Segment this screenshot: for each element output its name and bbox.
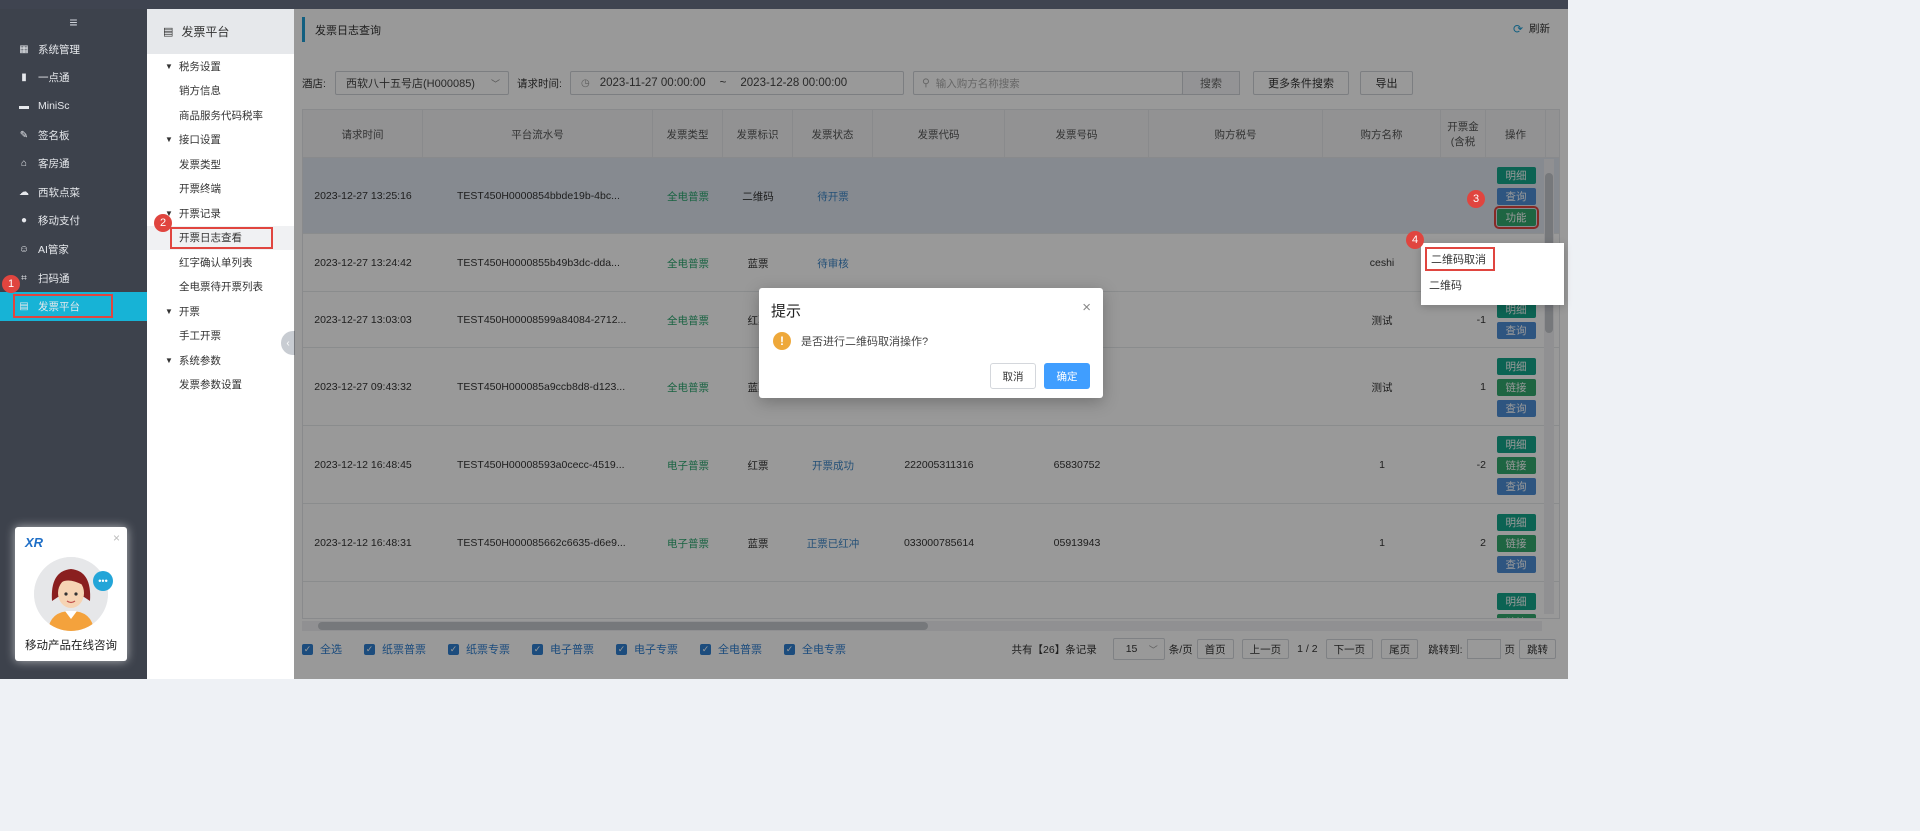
sidebar-item[interactable]: ▮ 一点通 <box>0 64 147 93</box>
subnav-header: ▤ 发票平台 <box>147 9 294 54</box>
dialog-title: 提示 <box>771 303 802 320</box>
chat-bubble-icon: ••• <box>93 571 113 591</box>
caret-down-icon: ▼ <box>165 135 173 145</box>
sidebar-item[interactable]: ⌂ 客房通 <box>0 149 147 178</box>
subnav-group-label: 开票 <box>178 305 200 318</box>
sidebar-icon: ☁ <box>19 186 29 198</box>
subnav-item[interactable]: 开票终端 <box>147 177 294 202</box>
sidebar-item-label: 系统管理 <box>38 43 80 56</box>
subnav-item[interactable]: 销方信息 <box>147 79 294 104</box>
sidebar-icon: ⌂ <box>20 158 28 170</box>
subnav-item[interactable]: 发票类型 <box>147 152 294 177</box>
close-icon[interactable]: × <box>113 531 120 545</box>
subnav-group-label: 开票记录 <box>178 207 221 220</box>
sidebar-icon: ● <box>20 215 28 227</box>
subnav-item[interactable]: 全电票待开票列表 <box>147 275 294 300</box>
sub-navigation: ▤ 发票平台 ▼ 税务设置销方信息商品服务代码税率 ▼ 接口设置发票类型开票终端 ▼ 开票… <box>147 9 294 679</box>
top-bar <box>0 0 1568 9</box>
sidebar-icon: ☺ <box>18 243 30 255</box>
subnav-group[interactable]: ▼ 税务设置 <box>147 54 294 79</box>
subnav-group[interactable]: ▼ 开票 <box>147 299 294 324</box>
subnav-group[interactable]: ▼ 接口设置 <box>147 128 294 153</box>
step-marker-1: 1 <box>2 275 20 293</box>
sidebar-item[interactable]: ⌗ 扫码通 <box>0 264 147 293</box>
subnav-group-label: 接口设置 <box>178 134 221 147</box>
menu-toggle-icon[interactable]: ≡ <box>0 9 147 35</box>
close-icon[interactable]: × <box>1082 299 1091 316</box>
sidebar-icon: ▦ <box>19 43 29 55</box>
avatar <box>34 557 108 631</box>
subnav-title: 发票平台 <box>181 25 230 39</box>
subnav-item-label: 全电票待开票列表 <box>179 281 263 294</box>
sidebar-item[interactable]: ▬ MiniSc <box>0 92 147 121</box>
subnav-item[interactable]: 发票参数设置 <box>147 373 294 398</box>
caret-down-icon: ▼ <box>165 61 173 71</box>
dialog-body: ! 是否进行二维码取消操作? <box>773 332 928 350</box>
sidebar-item[interactable]: ☺ AI管家 <box>0 235 147 264</box>
highlight-box <box>170 226 273 249</box>
caret-down-icon: ▼ <box>165 306 173 316</box>
consult-label: 移动产品在线咨询 <box>25 640 117 652</box>
dialog-message: 是否进行二维码取消操作? <box>801 336 929 348</box>
invoice-icon: ▤ <box>163 26 174 38</box>
subnav-item[interactable]: 商品服务代码税率 <box>147 103 294 128</box>
subnav-item[interactable]: 红字确认单列表 <box>147 250 294 275</box>
sidebar-icon: ▮ <box>21 72 27 84</box>
sidebar-item-label: 扫码通 <box>38 272 70 285</box>
dropdown-item-qrcode[interactable]: 二维码 <box>1429 275 1462 295</box>
function-dropdown: 二维码取消 二维码 <box>1421 243 1564 305</box>
subnav-group-label: 系统参数 <box>178 354 221 367</box>
sidebar-item-label: 签名板 <box>38 129 70 142</box>
sidebar-item-label: 客房通 <box>38 158 70 171</box>
warning-icon: ! <box>773 332 791 350</box>
subnav-item-label: 销方信息 <box>179 85 221 98</box>
step-marker-4: 4 <box>1406 231 1424 249</box>
subnav-group[interactable]: ▼ 系统参数 <box>147 348 294 373</box>
confirm-button[interactable]: 确定 <box>1044 363 1090 389</box>
step-marker-2: 2 <box>154 214 172 232</box>
highlight-box <box>13 294 113 319</box>
subnav-item-label: 手工开票 <box>179 330 221 343</box>
caret-down-icon: ▼ <box>165 355 173 365</box>
subnav-item-label: 发票类型 <box>179 158 221 171</box>
cancel-button[interactable]: 取消 <box>990 363 1036 389</box>
sidebar-item-label: 移动支付 <box>38 215 80 228</box>
subnav-item[interactable]: 手工开票 <box>147 324 294 349</box>
step-marker-3: 3 <box>1467 190 1485 208</box>
subnav-item-label: 开票终端 <box>179 183 221 196</box>
sidebar-item-label: AI管家 <box>38 243 69 256</box>
sidebar-item-label: 一点通 <box>38 72 70 85</box>
sidebar-item-label: MiniSc <box>38 100 70 113</box>
sidebar-icon: ▬ <box>19 100 29 112</box>
sidebar-item[interactable]: ☁ 西软点菜 <box>0 178 147 207</box>
sidebar-item-label: 西软点菜 <box>38 186 80 199</box>
sidebar-item[interactable]: ▤ 发票平台 <box>0 292 147 321</box>
sidebar-item[interactable]: ● 移动支付 <box>0 207 147 236</box>
sidebar-item[interactable]: ▦ 系统管理 <box>0 35 147 64</box>
dropdown-item-qrcode-cancel[interactable]: 二维码取消 <box>1425 247 1495 271</box>
subnav-item-label: 红字确认单列表 <box>179 256 253 269</box>
subnav-item-label: 商品服务代码税率 <box>179 109 263 122</box>
xr-logo: XR <box>25 535 44 550</box>
online-consult-widget[interactable]: XR × ••• 移动产品在线咨询 <box>15 527 127 661</box>
confirm-dialog: 提示 × ! 是否进行二维码取消操作? 取消 确定 <box>759 288 1103 398</box>
subnav-group-label: 税务设置 <box>178 60 221 73</box>
sidebar-item[interactable]: ✎ 签名板 <box>0 121 147 150</box>
subnav-item-label: 发票参数设置 <box>179 379 242 392</box>
sidebar-icon: ✎ <box>19 129 29 141</box>
